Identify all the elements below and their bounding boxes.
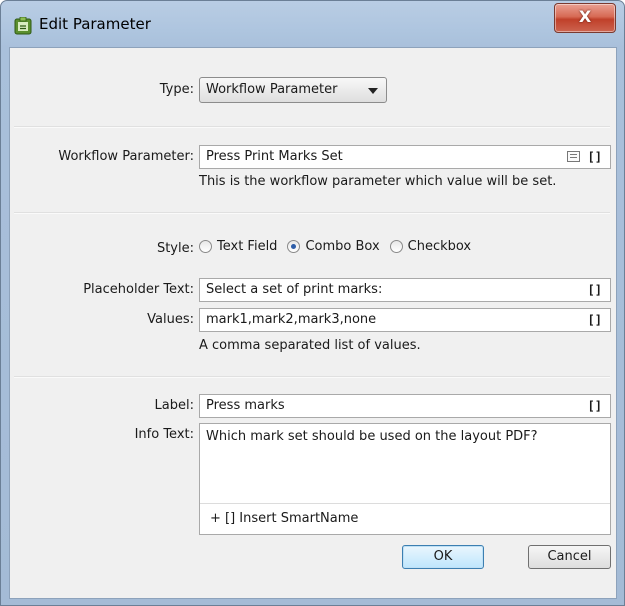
label-field-label: Label: — [154, 398, 194, 413]
info-text-value: Which mark set should be used on the lay… — [206, 429, 538, 444]
workflow-parameter-field[interactable]: Press Print Marks Set [] — [199, 145, 611, 169]
insert-smartname-row[interactable]: + [] Insert SmartName — [200, 503, 610, 534]
label-field[interactable]: Press marks [] — [199, 394, 611, 418]
smartname-icon[interactable]: [] — [588, 279, 602, 301]
values-help: A comma separated list of values. — [199, 338, 421, 353]
placeholder-text-label: Placeholder Text: — [83, 282, 194, 297]
separator — [14, 212, 610, 214]
type-dropdown-value: Workflow Parameter — [206, 82, 338, 97]
label-value: Press marks — [206, 398, 285, 413]
cancel-button[interactable]: Cancel — [528, 545, 611, 569]
placeholder-text-field[interactable]: Select a set of print marks: [] — [199, 278, 611, 302]
type-label: Type: — [159, 82, 194, 97]
workflow-parameter-label: Workflow Parameter: — [58, 149, 194, 164]
type-dropdown[interactable]: Workflow Parameter — [199, 77, 387, 103]
close-icon: X — [578, 7, 592, 26]
radio-label: Text Field — [217, 239, 278, 254]
edit-parameter-dialog: Edit Parameter X Type: Workflow Paramete… — [0, 0, 625, 606]
info-text-area[interactable]: Which mark set should be used on the lay… — [199, 423, 611, 535]
radio-checkbox[interactable]: Checkbox — [389, 239, 472, 254]
chevron-down-icon — [368, 88, 378, 94]
values-label: Values: — [147, 312, 194, 327]
radio-label: Checkbox — [407, 239, 472, 254]
smartname-icon[interactable]: [] — [588, 146, 602, 168]
workflow-parameter-value: Press Print Marks Set — [206, 149, 343, 164]
app-icon — [14, 17, 32, 35]
separator — [14, 126, 610, 128]
window-title: Edit Parameter — [39, 15, 151, 33]
values-field[interactable]: mark1,mark2,mark3,none [] — [199, 308, 611, 332]
info-text-label: Info Text: — [134, 427, 194, 442]
values-value: mark1,mark2,mark3,none — [206, 312, 377, 327]
smartname-icon[interactable]: [] — [588, 395, 602, 417]
style-radio-group: Text Field Combo Box Checkbox — [199, 239, 481, 254]
dialog-body: Type: Workflow Parameter Workflow Parame… — [9, 47, 617, 599]
title-bar[interactable]: Edit Parameter X — [1, 1, 624, 47]
separator — [14, 376, 610, 378]
close-button[interactable]: X — [554, 3, 616, 33]
workflow-parameter-help: This is the workflow parameter which val… — [199, 174, 557, 189]
radio-selected-icon[interactable] — [287, 240, 301, 253]
smartname-icon[interactable]: [] — [588, 309, 602, 331]
radio-icon[interactable] — [199, 240, 212, 253]
radio-icon[interactable] — [389, 240, 403, 253]
radio-combo-box[interactable]: Combo Box — [287, 239, 380, 254]
ok-button[interactable]: OK — [402, 545, 484, 569]
radio-text-field[interactable]: Text Field — [199, 239, 277, 254]
radio-label: Combo Box — [305, 239, 380, 254]
insert-smartname-link[interactable]: + [] Insert SmartName — [210, 511, 358, 526]
style-label: Style: — [156, 241, 194, 256]
list-icon[interactable] — [567, 151, 580, 162]
placeholder-text-value: Select a set of print marks: — [206, 282, 383, 297]
